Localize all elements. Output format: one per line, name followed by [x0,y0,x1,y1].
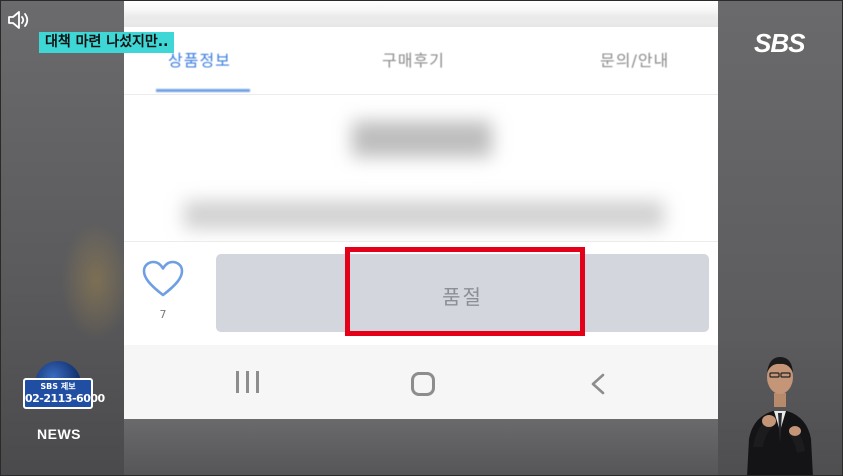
sign-language-interpreter [747,357,813,475]
phone-screen: 상품정보 구매후기 문의/안내 7 품절 [124,1,718,419]
tab-reviews[interactable]: 구매후기 [382,47,445,71]
news-label: NEWS [37,426,81,442]
blurred-title [352,121,492,157]
active-tab-indicator [156,89,250,92]
background-bottom [124,419,718,475]
android-navigation-bar [124,345,718,419]
tab-product-info[interactable]: 상품정보 [168,47,231,71]
heart-icon[interactable] [142,260,184,298]
product-tabs: 상품정보 구매후기 문의/안내 [124,27,718,95]
tip-line-badge: SBS 제보 02-2113-6000 [23,378,105,409]
home-icon[interactable] [411,372,435,396]
video-frame: 상품정보 구매후기 문의/안내 7 품절 대책 마련 나섰지만.. SBS SB… [0,0,843,476]
red-highlight-box [345,247,585,336]
tip-line-title: SBS 제보 [40,382,76,391]
news-caption: 대책 마련 나섰지만.. [39,32,175,53]
back-icon[interactable] [590,373,606,395]
like-count: 7 [159,308,167,321]
speaker-icon[interactable] [7,9,31,31]
recent-apps-icon[interactable] [236,371,262,393]
tab-inquiry[interactable]: 문의/안내 [600,47,669,71]
blurred-description [184,201,664,229]
sbs-logo: SBS [754,28,805,58]
blurred-top-band [124,1,718,27]
tip-line-number: 02-2113-6000 [25,392,105,405]
